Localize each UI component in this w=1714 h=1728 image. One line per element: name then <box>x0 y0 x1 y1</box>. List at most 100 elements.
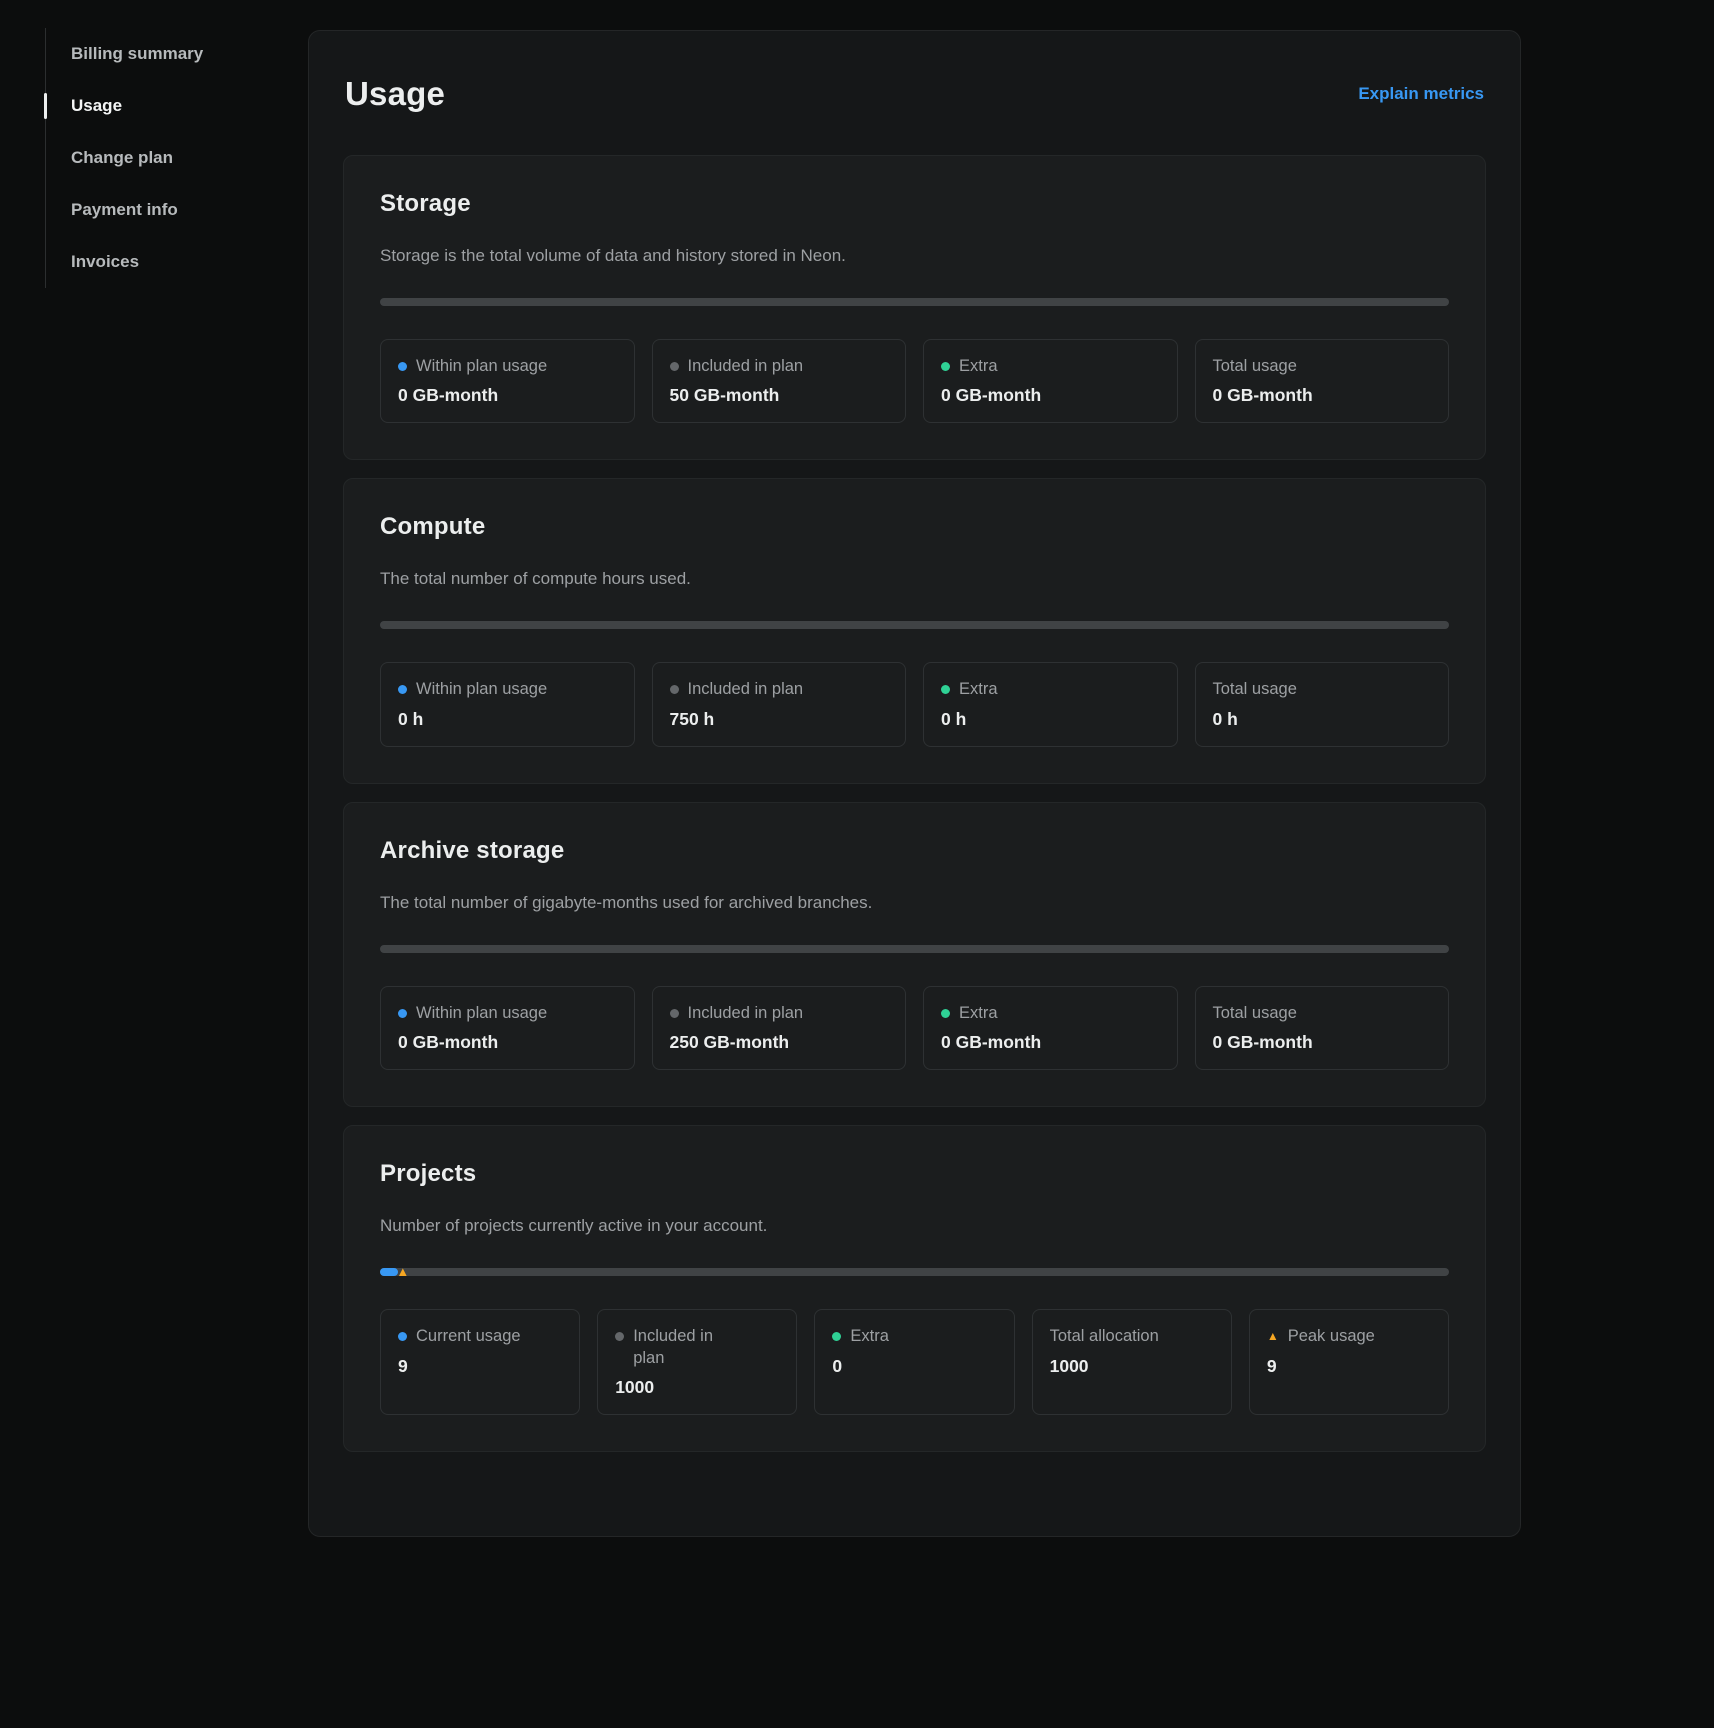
stat-label-row: Included in plan <box>670 356 889 377</box>
stat-value: 0 GB-month <box>398 1032 617 1053</box>
stat-label-row: Included in plan <box>670 679 889 700</box>
stat-label-row: Extra <box>941 356 1160 377</box>
stats-row: Within plan usage 0 h Included in plan 7… <box>380 662 1449 746</box>
card-title: Projects <box>380 1160 1449 1188</box>
gray-dot-icon <box>670 685 679 694</box>
stat-label: Within plan usage <box>416 679 547 700</box>
billing-sidebar: Billing summary Usage Change plan Payment i… <box>45 28 285 288</box>
peak-usage-marker-icon: ▲ <box>396 1266 409 1279</box>
stat-value: 0 GB-month <box>1213 385 1432 406</box>
usage-card-projects: Projects Number of projects currently ac… <box>343 1125 1486 1452</box>
stat-label: Within plan usage <box>416 1003 547 1024</box>
stats-row: Within plan usage 0 GB-month Included in… <box>380 339 1449 423</box>
stat-box: Included in plan 1000 <box>597 1309 797 1415</box>
stat-value: 0 GB-month <box>941 385 1160 406</box>
sidebar-item-invoices[interactable]: Invoices <box>46 249 285 275</box>
stat-label: Extra <box>959 1003 998 1024</box>
page-title: Usage <box>345 75 445 113</box>
usage-panel: Usage Explain metrics Storage Storage is… <box>308 30 1521 1537</box>
card-description: The total number of gigabyte-months used… <box>380 893 1449 913</box>
sidebar-item-change-plan[interactable]: Change plan <box>46 145 285 171</box>
sidebar-item-billing-summary[interactable]: Billing summary <box>46 41 285 67</box>
blue-dot-icon <box>398 685 407 694</box>
usage-progress-bar <box>380 945 1449 953</box>
stat-label: Included in plan <box>688 679 804 700</box>
stat-label-row: Current usage <box>398 1326 562 1347</box>
stats-row: Within plan usage 0 GB-month Included in… <box>380 986 1449 1070</box>
stat-value: 0 h <box>941 709 1160 730</box>
blue-dot-icon <box>398 1009 407 1018</box>
stat-label: Current usage <box>416 1326 521 1347</box>
stat-label: Included in plan <box>688 1003 804 1024</box>
green-dot-icon <box>941 362 950 371</box>
card-title: Archive storage <box>380 837 1449 865</box>
stat-box: ▲ Peak usage 9 <box>1249 1309 1449 1415</box>
card-description: The total number of compute hours used. <box>380 569 1449 589</box>
usage-progress-bar: ▲ <box>380 1268 1449 1276</box>
stat-value: 0 h <box>1213 709 1432 730</box>
stat-box: Included in plan 50 GB-month <box>652 339 907 423</box>
card-description: Number of projects currently active in y… <box>380 1216 1449 1236</box>
stats-row: Current usage 9 Included in plan 1000 Ex… <box>380 1309 1449 1415</box>
stat-value: 1000 <box>615 1377 779 1398</box>
stat-label-row: Extra <box>832 1326 996 1347</box>
stat-label-row: Total usage <box>1213 356 1432 377</box>
card-title: Storage <box>380 190 1449 218</box>
usage-card-compute: Compute The total number of compute hour… <box>343 478 1486 783</box>
usage-card-archive-storage: Archive storage The total number of giga… <box>343 802 1486 1107</box>
stat-value: 0 GB-month <box>1213 1032 1432 1053</box>
stat-label: Total allocation <box>1050 1326 1159 1347</box>
stat-value: 1000 <box>1050 1356 1214 1377</box>
stat-box: Total usage 0 GB-month <box>1195 986 1450 1070</box>
sidebar-item-payment-info[interactable]: Payment info <box>46 197 285 223</box>
stat-label: Extra <box>850 1326 889 1347</box>
stat-label: Within plan usage <box>416 356 547 377</box>
blue-dot-icon <box>398 362 407 371</box>
stat-box: Extra 0 h <box>923 662 1178 746</box>
stat-label: Total usage <box>1213 1003 1297 1024</box>
stat-value: 0 GB-month <box>941 1032 1160 1053</box>
stat-label: Extra <box>959 356 998 377</box>
stat-label-row: Within plan usage <box>398 356 617 377</box>
stat-box: Total allocation 1000 <box>1032 1309 1232 1415</box>
stat-box: Total usage 0 h <box>1195 662 1450 746</box>
stat-value: 250 GB-month <box>670 1032 889 1053</box>
stat-box: Included in plan 750 h <box>652 662 907 746</box>
panel-header: Usage Explain metrics <box>345 75 1484 113</box>
stat-value: 0 h <box>398 709 617 730</box>
stat-value: 9 <box>398 1356 562 1377</box>
card-description: Storage is the total volume of data and … <box>380 246 1449 266</box>
stat-label: Included in plan <box>633 1326 727 1369</box>
sidebar-item-usage[interactable]: Usage <box>46 93 285 119</box>
stat-box: Within plan usage 0 GB-month <box>380 986 635 1070</box>
stat-box: Within plan usage 0 GB-month <box>380 339 635 423</box>
gray-dot-icon <box>670 1009 679 1018</box>
stat-label: Total usage <box>1213 356 1297 377</box>
green-dot-icon <box>941 685 950 694</box>
stat-label-row: Total allocation <box>1050 1326 1214 1347</box>
stat-box: Extra 0 <box>814 1309 1014 1415</box>
stat-label: Peak usage <box>1288 1326 1375 1347</box>
stat-value: 0 GB-month <box>398 385 617 406</box>
stat-box: Current usage 9 <box>380 1309 580 1415</box>
stat-box: Within plan usage 0 h <box>380 662 635 746</box>
explain-metrics-link[interactable]: Explain metrics <box>1358 84 1484 104</box>
green-dot-icon <box>832 1332 841 1341</box>
stat-value: 750 h <box>670 709 889 730</box>
usage-progress-bar <box>380 621 1449 629</box>
sidebar-nav-list: Billing summary Usage Change plan Payment i… <box>45 28 285 288</box>
blue-dot-icon <box>398 1332 407 1341</box>
stat-label-row: Included in plan <box>615 1326 779 1369</box>
stat-box: Total usage 0 GB-month <box>1195 339 1450 423</box>
stat-label: Total usage <box>1213 679 1297 700</box>
green-dot-icon <box>941 1009 950 1018</box>
stat-label-row: Within plan usage <box>398 679 617 700</box>
stat-label: Extra <box>959 679 998 700</box>
stat-box: Extra 0 GB-month <box>923 339 1178 423</box>
stat-label-row: Extra <box>941 679 1160 700</box>
stat-value: 50 GB-month <box>670 385 889 406</box>
card-title: Compute <box>380 513 1449 541</box>
gray-dot-icon <box>670 362 679 371</box>
stat-label-row: ▲ Peak usage <box>1267 1326 1431 1347</box>
peak-usage-triangle-icon: ▲ <box>1267 1330 1279 1342</box>
